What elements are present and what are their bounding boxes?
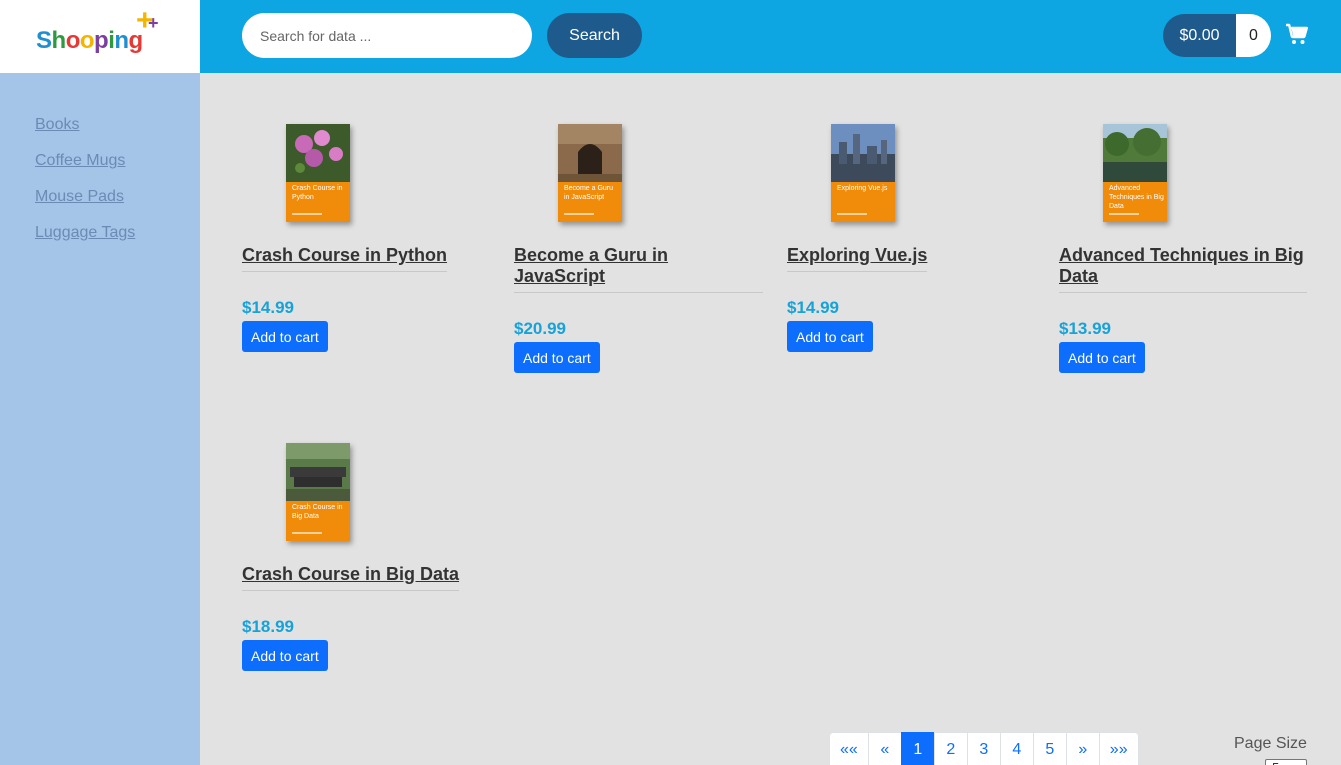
pagination-last[interactable]: »» <box>1098 732 1139 765</box>
header-bar: Search $0.00 0 <box>200 0 1341 73</box>
sidebar-link-books[interactable]: Books <box>35 116 79 133</box>
product-price: $18.99 <box>242 617 294 636</box>
pagination: «« « 1 2 3 4 5 » »» <box>829 732 1139 765</box>
add-to-cart-button[interactable]: Add to cart <box>242 321 328 352</box>
add-to-cart-button[interactable]: Add to cart <box>242 640 328 671</box>
search-button[interactable]: Search <box>547 13 642 58</box>
cart-count[interactable]: 0 <box>1236 14 1271 57</box>
product-price: $13.99 <box>1059 319 1111 338</box>
cover-title: Crash Course in Python <box>292 185 343 201</box>
product-price: $20.99 <box>514 319 566 338</box>
pagination-next[interactable]: » <box>1065 732 1100 765</box>
cover-title: Become a Guru in JavaScript <box>564 185 614 201</box>
logo-plus-small-icon: + <box>148 13 159 33</box>
product-title[interactable]: Become a Guru in JavaScript <box>514 245 754 287</box>
add-to-cart-button[interactable]: Add to cart <box>1059 342 1145 373</box>
logo: Shooping <box>36 27 143 54</box>
product-title[interactable]: Crash Course in Python <box>242 245 482 266</box>
product-image[interactable]: Become a Guru in JavaScript <box>558 124 622 222</box>
pagination-page-3[interactable]: 3 <box>966 732 1001 765</box>
logo-area[interactable]: Shooping + + <box>0 0 200 73</box>
pagination-page-4[interactable]: 4 <box>999 732 1034 765</box>
pagination-first[interactable]: «« <box>829 732 869 765</box>
search-input[interactable] <box>242 13 532 58</box>
product-price: $14.99 <box>242 298 294 317</box>
category-list: Books Coffee Mugs Mouse Pads Luggage Tag… <box>35 116 135 260</box>
sidebar-link-coffee-mugs[interactable]: Coffee Mugs <box>35 152 125 169</box>
product-image[interactable]: Crash Course in Python <box>286 124 350 222</box>
product-image[interactable]: Crash Course in Big Data <box>286 443 350 541</box>
shopping-cart-icon[interactable] <box>1285 22 1309 46</box>
pagination-page-1[interactable]: 1 <box>900 732 935 765</box>
product-image[interactable]: Exploring Vue.js <box>831 124 895 222</box>
sidebar-item-books: Books <box>35 116 135 152</box>
cover-title: Crash Course in Big Data <box>292 504 343 520</box>
product-title[interactable]: Advanced Techniques in Big Data <box>1059 245 1309 287</box>
product-price: $14.99 <box>787 298 839 317</box>
add-to-cart-button[interactable]: Add to cart <box>787 321 873 352</box>
product-title[interactable]: Crash Course in Big Data <box>242 564 482 585</box>
cover-title: Advanced Techniques in Big Data <box>1109 185 1164 210</box>
product-title[interactable]: Exploring Vue.js <box>787 245 1027 266</box>
cover-title: Exploring Vue.js <box>837 185 888 192</box>
pagination-page-5[interactable]: 5 <box>1032 732 1067 765</box>
sidebar-link-luggage-tags[interactable]: Luggage Tags <box>35 224 135 241</box>
sidebar-link-mouse-pads[interactable]: Mouse Pads <box>35 188 124 205</box>
page-size-select[interactable]: 5 <box>1265 759 1307 765</box>
product-image[interactable]: Advanced Techniques in Big Data <box>1103 124 1167 222</box>
sidebar-item-mouse-pads: Mouse Pads <box>35 188 135 224</box>
sidebar-item-luggage-tags: Luggage Tags <box>35 224 135 260</box>
pagination-prev[interactable]: « <box>867 732 902 765</box>
pagination-page-2[interactable]: 2 <box>933 732 968 765</box>
cart-total[interactable]: $0.00 <box>1163 14 1236 57</box>
sidebar: Books Coffee Mugs Mouse Pads Luggage Tag… <box>0 73 200 765</box>
page-size-label: Page Size <box>1234 735 1307 752</box>
sidebar-item-coffee-mugs: Coffee Mugs <box>35 152 135 188</box>
add-to-cart-button[interactable]: Add to cart <box>514 342 600 373</box>
